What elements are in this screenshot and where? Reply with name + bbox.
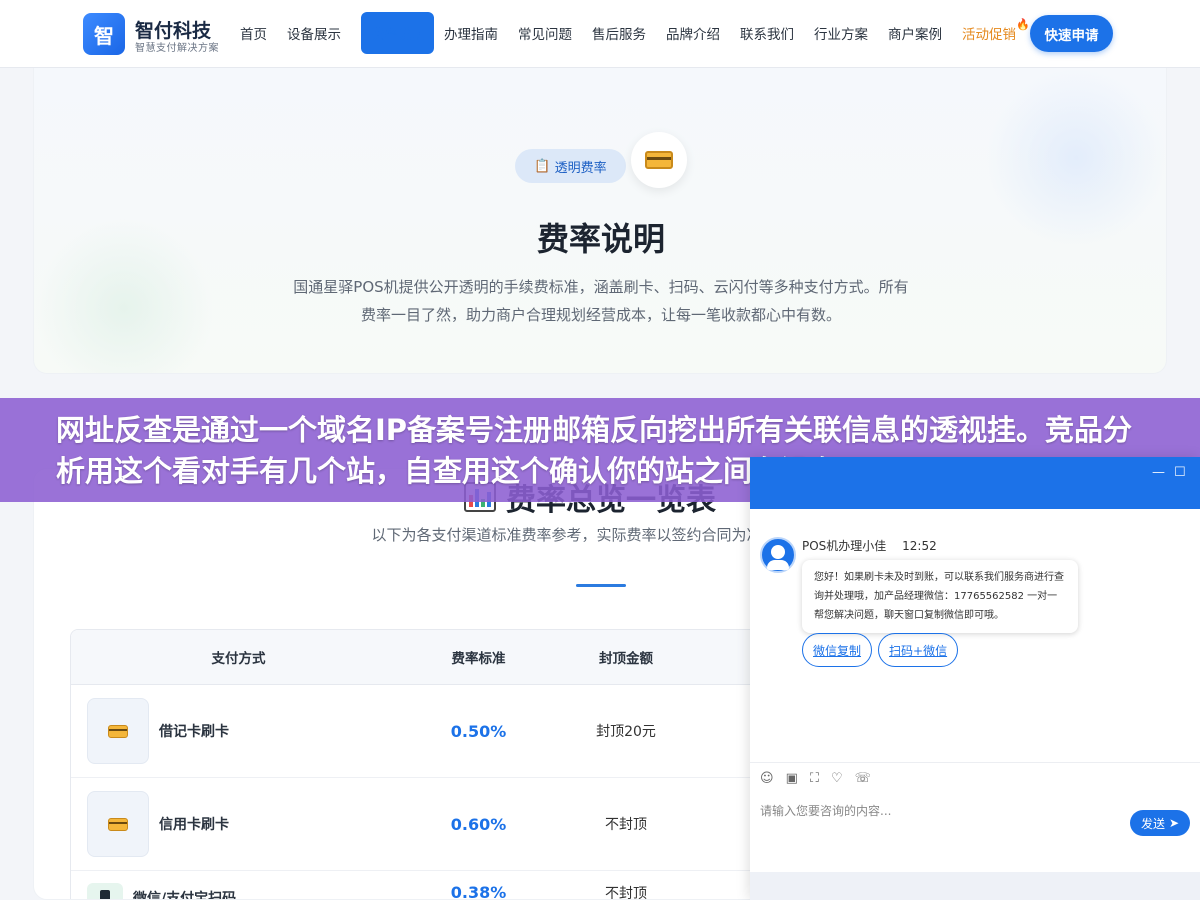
- cap-value: 不封顶: [605, 817, 647, 833]
- method-name: 微信/支付宝扫码: [133, 891, 237, 900]
- nav-promo[interactable]: 活动促销 🔥: [962, 12, 1030, 54]
- scan-wechat-button[interactable]: 扫码+微信: [878, 633, 959, 667]
- credit-card-icon: [87, 791, 149, 857]
- method-cell: 借记卡刷卡: [71, 698, 406, 764]
- minimize-icon[interactable]: —: [1152, 465, 1165, 480]
- copy-wechat-button[interactable]: 微信复制: [802, 633, 873, 667]
- header-rate: 费率标准: [451, 651, 506, 667]
- main-nav: 首页 设备展示 费率说明 办理指南 常见问题 售后服务 品牌介绍 联系我们 行业…: [240, 12, 1036, 54]
- nav-industry[interactable]: 行业方案: [814, 12, 878, 54]
- agent-avatar: [760, 537, 796, 573]
- evaluate-icon[interactable]: ♡: [831, 771, 843, 786]
- maximize-icon[interactable]: ☐: [1174, 465, 1186, 480]
- screenshot-icon[interactable]: ⛶: [810, 771, 819, 786]
- chat-header: — ☐: [750, 457, 1200, 509]
- fire-icon: 🔥: [1016, 18, 1030, 31]
- hero-section: 📋 透明费率 费率说明 国通星驿POS机提供公开透明的手续费标准，涵盖刷卡、扫码…: [33, 68, 1167, 374]
- method-name: 信用卡刷卡: [159, 817, 229, 833]
- nav-cases[interactable]: 商户案例: [888, 12, 952, 54]
- nav-home[interactable]: 首页: [240, 12, 277, 54]
- page-title: 费率说明: [536, 220, 665, 258]
- chat-meta: POS机办理小佳 12:52: [802, 537, 1078, 554]
- nav-contact[interactable]: 联系我们: [740, 12, 804, 54]
- nav-promo-label: 活动促销: [962, 27, 1016, 43]
- nav-after-sales[interactable]: 售后服务: [592, 12, 656, 54]
- method-cell: 微信/支付宝扫码: [71, 883, 406, 900]
- transparent-rate-badge: 📋 透明费率: [515, 149, 626, 183]
- nav-faq[interactable]: 常见问题: [518, 12, 582, 54]
- chat-footer: [750, 872, 1200, 900]
- nav-guide[interactable]: 办理指南: [444, 12, 508, 54]
- chat-message-body: POS机办理小佳 12:52 您好！如果刷卡未及时到账，可以联系我们服务商进行查…: [802, 537, 1078, 633]
- agent-name: POS机办理小佳: [802, 539, 887, 553]
- message-bubble: 您好！如果刷卡未及时到账，可以联系我们服务商进行查询并处理哦，加产品经理微信：1…: [802, 560, 1078, 633]
- title-underline: [576, 584, 626, 587]
- chat-widget: — ☐ POS机办理小佳 12:52 您好！如果刷卡未及时到账，可以联系我们服务…: [750, 457, 1200, 900]
- site-header: 智 智付科技 智慧支付解决方案 首页 设备展示 费率说明 办理指南 常见问题 售…: [0, 0, 1200, 68]
- method-name: 借记卡刷卡: [159, 724, 229, 740]
- debit-card-icon: [87, 698, 149, 764]
- chat-input[interactable]: 请输入您要咨询的内容...: [760, 802, 891, 819]
- send-icon: ➤: [1168, 816, 1180, 830]
- nav-rates[interactable]: 费率说明: [361, 12, 434, 54]
- nav-devices[interactable]: 设备展示: [287, 12, 351, 54]
- rate-value: 0.50%: [450, 721, 507, 741]
- hero-description: 国通星驿POS机提供公开透明的手续费标准，涵盖刷卡、扫码、云闪付等多种支付方式。…: [293, 278, 909, 324]
- cap-value: 不封顶: [605, 886, 647, 900]
- brand-tagline: 智慧支付解决方案: [135, 43, 219, 54]
- clipboard-icon: 📋: [534, 158, 551, 174]
- chat-message: POS机办理小佳 12:52 您好！如果刷卡未及时到账，可以联系我们服务商进行查…: [760, 537, 1078, 633]
- nav-brand[interactable]: 品牌介绍: [666, 12, 730, 54]
- rate-value: 0.38%: [450, 883, 507, 900]
- send-button[interactable]: 发送 ➤: [1130, 810, 1190, 836]
- send-label: 发送: [1140, 816, 1165, 831]
- cap-value: 封顶20元: [596, 724, 656, 740]
- chat-bubbles-icon[interactable]: ☏: [855, 771, 871, 786]
- header-method: 支付方式: [211, 651, 266, 667]
- mobile-phone-icon: [87, 883, 123, 899]
- chat-quick-actions: 微信复制 扫码+微信: [802, 633, 959, 667]
- credit-card-icon: [645, 151, 673, 169]
- emoji-icon[interactable]: ☺: [760, 771, 774, 786]
- logo-icon[interactable]: 智: [83, 13, 125, 55]
- card-circle: [631, 132, 687, 188]
- message-time: 12:52: [902, 539, 937, 553]
- rate-value: 0.60%: [450, 814, 507, 834]
- chat-toolbar: ☺ ▣ ⛶ ♡ ☏: [760, 771, 871, 786]
- quick-apply-button[interactable]: 快速申请: [1030, 15, 1113, 52]
- badge-label: 透明费率: [554, 160, 607, 176]
- image-icon[interactable]: ▣: [786, 771, 798, 786]
- divider: [750, 762, 1200, 763]
- method-cell: 信用卡刷卡: [71, 791, 406, 857]
- header-cap: 封顶金额: [599, 651, 653, 667]
